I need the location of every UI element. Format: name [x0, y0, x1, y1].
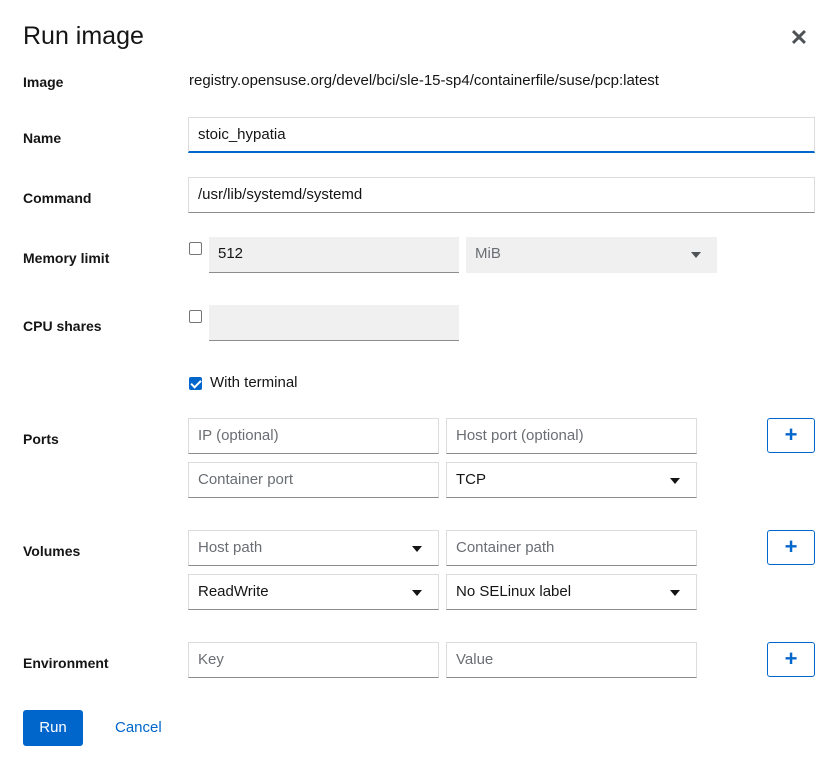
port-protocol-value: TCP: [456, 471, 486, 488]
cpu-shares-input[interactable]: [209, 305, 459, 341]
chevron-down-icon: [412, 590, 422, 596]
with-terminal-label: With terminal: [210, 374, 298, 391]
host-path-value: Host path: [198, 539, 263, 556]
env-value-input[interactable]: Value: [446, 642, 697, 678]
run-button[interactable]: Run: [23, 710, 83, 746]
memory-limit-label: Memory limit: [23, 250, 110, 266]
command-label: Command: [23, 190, 92, 206]
dialog-title: Run image: [23, 22, 144, 50]
selinux-select[interactable]: No SELinux label: [446, 574, 697, 610]
chevron-down-icon: [670, 590, 680, 596]
chevron-down-icon: [691, 252, 701, 258]
volume-mode-select[interactable]: ReadWrite: [188, 574, 439, 610]
chevron-down-icon: [670, 478, 680, 484]
env-key-input[interactable]: Key: [188, 642, 439, 678]
port-ip-input[interactable]: IP (optional): [188, 418, 439, 454]
add-port-button[interactable]: +: [767, 418, 815, 453]
memory-limit-checkbox[interactable]: [189, 242, 202, 255]
volume-mode-value: ReadWrite: [198, 583, 269, 600]
cpu-shares-checkbox[interactable]: [189, 310, 202, 323]
volumes-label: Volumes: [23, 543, 81, 559]
with-terminal-checkbox[interactable]: [189, 377, 202, 390]
command-input[interactable]: /usr/lib/systemd/systemd: [188, 177, 815, 213]
chevron-down-icon: [412, 546, 422, 552]
port-protocol-select[interactable]: TCP: [446, 462, 697, 498]
cancel-button[interactable]: Cancel: [115, 710, 162, 746]
name-label: Name: [23, 130, 62, 146]
memory-unit-value: MiB: [475, 245, 501, 262]
environment-label: Environment: [23, 655, 109, 671]
container-port-input[interactable]: Container port: [188, 462, 439, 498]
image-value: registry.opensuse.org/devel/bci/sle-15-s…: [189, 72, 659, 89]
name-input[interactable]: stoic_hypatia: [188, 117, 815, 153]
selinux-value: No SELinux label: [456, 583, 572, 600]
cpu-shares-label: CPU shares: [23, 318, 102, 334]
memory-limit-input[interactable]: 512: [209, 237, 459, 273]
close-icon[interactable]: ✕: [788, 27, 810, 49]
host-port-input[interactable]: Host port (optional): [446, 418, 697, 454]
container-path-input[interactable]: Container path: [446, 530, 697, 566]
add-volume-button[interactable]: +: [767, 530, 815, 565]
ports-label: Ports: [23, 431, 59, 447]
add-env-button[interactable]: +: [767, 642, 815, 677]
memory-unit-select[interactable]: MiB: [466, 237, 717, 273]
host-path-select[interactable]: Host path: [188, 530, 439, 566]
image-label: Image: [23, 74, 64, 90]
